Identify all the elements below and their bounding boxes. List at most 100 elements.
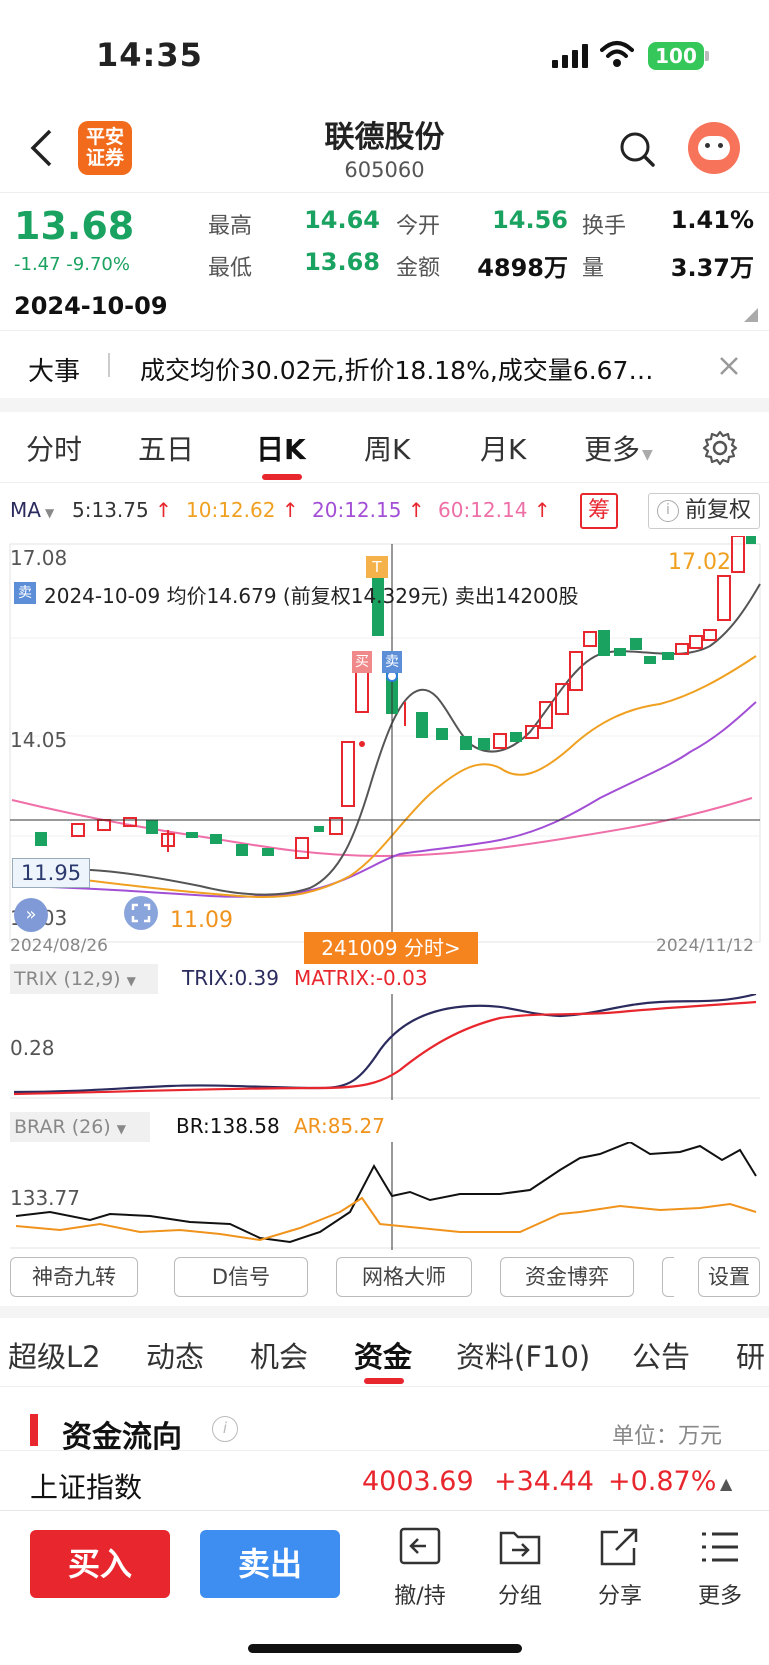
kline-low-mark: 11.09: [170, 908, 233, 933]
buy-button[interactable]: 买入: [30, 1530, 170, 1598]
trix-line: [13, 994, 757, 1094]
ma-label-text: MA: [10, 498, 41, 522]
tool-d-signal[interactable]: D信号: [174, 1257, 308, 1297]
price-change: -1.47 -9.70%: [14, 254, 130, 275]
sell-button[interactable]: 卖出: [200, 1530, 340, 1598]
high-label: 最高: [208, 214, 253, 239]
index-change: +34.44: [494, 1466, 594, 1497]
folder-icon[interactable]: [498, 1526, 542, 1568]
sell-mark: 卖: [382, 651, 402, 673]
tab-opportunity[interactable]: 机会: [250, 1334, 308, 1376]
status-time: 14:35: [96, 36, 203, 74]
volume-value: 3.37万: [670, 254, 754, 282]
open-label: 今开: [396, 214, 441, 239]
expand-corner-icon[interactable]: [744, 308, 758, 322]
crosshair-price-label: 11.95: [12, 858, 90, 888]
ma20-value: 20:12.15 ↑: [312, 498, 425, 522]
share-icon[interactable]: [598, 1526, 642, 1568]
trix-label[interactable]: TRIX (12,9) ▼: [10, 964, 158, 994]
avatar-icon[interactable]: [688, 122, 740, 174]
tab-f10[interactable]: 资料(F10): [456, 1334, 590, 1376]
active-tab-indicator: [262, 474, 302, 480]
arrow-up-icon: ↑: [533, 498, 551, 522]
adjust-button-label: 前复权: [685, 498, 752, 523]
tab-more-label: 更多: [584, 433, 641, 466]
quote-panel: 13.68 -1.47 -9.70% 2024-10-09 最高 14.64 今…: [0, 196, 769, 330]
cancel-hold-icon[interactable]: [398, 1526, 442, 1568]
index-value: 4003.69: [362, 1466, 474, 1497]
tab-weekly-k[interactable]: 周K: [364, 428, 410, 468]
turnover-value: 1.41%: [670, 206, 754, 234]
wifi-icon: [600, 41, 634, 67]
info-icon: i: [657, 500, 679, 522]
caret-down-icon: ▼: [44, 506, 55, 520]
tab-intraday[interactable]: 分时: [26, 428, 82, 468]
tool-grid-master[interactable]: 网格大师: [336, 1257, 472, 1297]
news-divider: [108, 353, 110, 377]
ma5-line: [19, 583, 761, 896]
cancel-hold-label[interactable]: 撤/持: [390, 1578, 450, 1610]
cross-date-button[interactable]: 241009 分时>: [304, 932, 478, 964]
low-value: 13.68: [304, 248, 380, 276]
chip-button[interactable]: 筹: [580, 493, 618, 529]
news-tag: 大事: [28, 357, 81, 387]
tab-announcement[interactable]: 公告: [632, 1334, 690, 1376]
turnover-label: 换手: [582, 214, 627, 239]
kline-y-mid: 14.05: [10, 728, 68, 752]
tab-five-day[interactable]: 五日: [138, 428, 194, 468]
battery-icon: 100: [648, 42, 704, 70]
close-icon[interactable]: [718, 355, 740, 377]
date-end: 2024/11/12: [656, 936, 754, 956]
ma-label[interactable]: MA ▼: [10, 498, 54, 522]
double-right-icon[interactable]: »: [14, 898, 48, 932]
fullscreen-icon[interactable]: [124, 896, 158, 930]
volume-label: 量: [582, 256, 605, 281]
kline-high-mark: 17.02: [668, 550, 731, 575]
buy-mark: 买: [352, 651, 372, 673]
trade-tag: 卖: [14, 582, 36, 604]
menu-icon[interactable]: [698, 1526, 742, 1568]
brar-chart[interactable]: [0, 1142, 769, 1252]
news-text: 成交均价30.02元,折价18.18%,成交量6.67…: [140, 356, 654, 385]
tool-partial[interactable]: [662, 1257, 674, 1297]
tab-dynamics[interactable]: 动态: [146, 1334, 204, 1376]
status-bar: 14:35 100: [0, 0, 769, 110]
tab-super-l2[interactable]: 超级L2: [8, 1334, 101, 1376]
tool-settings[interactable]: 设置: [698, 1257, 760, 1297]
info-icon[interactable]: i: [212, 1416, 238, 1442]
index-pct: +0.87%: [608, 1466, 717, 1497]
adjust-button[interactable]: i 前复权: [648, 493, 760, 529]
group-label[interactable]: 分组: [490, 1578, 550, 1610]
brar-label-text: BRAR (26): [14, 1116, 111, 1138]
tab-more[interactable]: 更多 ▼: [584, 428, 653, 468]
search-icon[interactable]: [618, 130, 656, 168]
matrix-line: [13, 1000, 757, 1096]
amount-value: 4898万: [477, 254, 568, 282]
tab-research[interactable]: 研: [736, 1334, 765, 1376]
share-label[interactable]: 分享: [590, 1578, 650, 1610]
brar-label[interactable]: BRAR (26) ▼: [10, 1112, 150, 1142]
arrow-up-icon: ↑: [281, 498, 299, 522]
ma5-text: 5:13.75: [72, 498, 149, 522]
tab-daily-k[interactable]: 日K: [256, 428, 306, 468]
battery-cap: [705, 51, 709, 61]
fund-unit: 单位：万元: [612, 1424, 723, 1449]
ma5-value: 5:13.75 ↑: [72, 498, 172, 522]
caret-down-icon: ▼: [642, 447, 653, 463]
ma60-value: 60:12.14 ↑: [438, 498, 551, 522]
index-name[interactable]: 上证指数: [30, 1466, 142, 1506]
gear-icon[interactable]: [702, 430, 738, 466]
quote-date: 2024-10-09: [14, 292, 168, 320]
more-label[interactable]: 更多: [690, 1578, 750, 1610]
kline-y-top: 17.08: [10, 546, 68, 570]
news-bar[interactable]: 大事 成交均价30.02元,折价18.18%,成交量6.67…: [0, 330, 769, 398]
signal-icon: [552, 44, 588, 68]
trix-chart[interactable]: [0, 994, 769, 1104]
ma20-text: 20:12.15: [312, 498, 402, 522]
caret-up-icon[interactable]: ▲: [720, 1474, 732, 1493]
tool-fund-game[interactable]: 资金博弈: [500, 1257, 634, 1297]
tab-funds[interactable]: 资金: [354, 1334, 412, 1376]
high-value: 14.64: [304, 206, 380, 234]
tool-nine-turns[interactable]: 神奇九转: [10, 1257, 138, 1297]
tab-monthly-k[interactable]: 月K: [480, 428, 526, 468]
